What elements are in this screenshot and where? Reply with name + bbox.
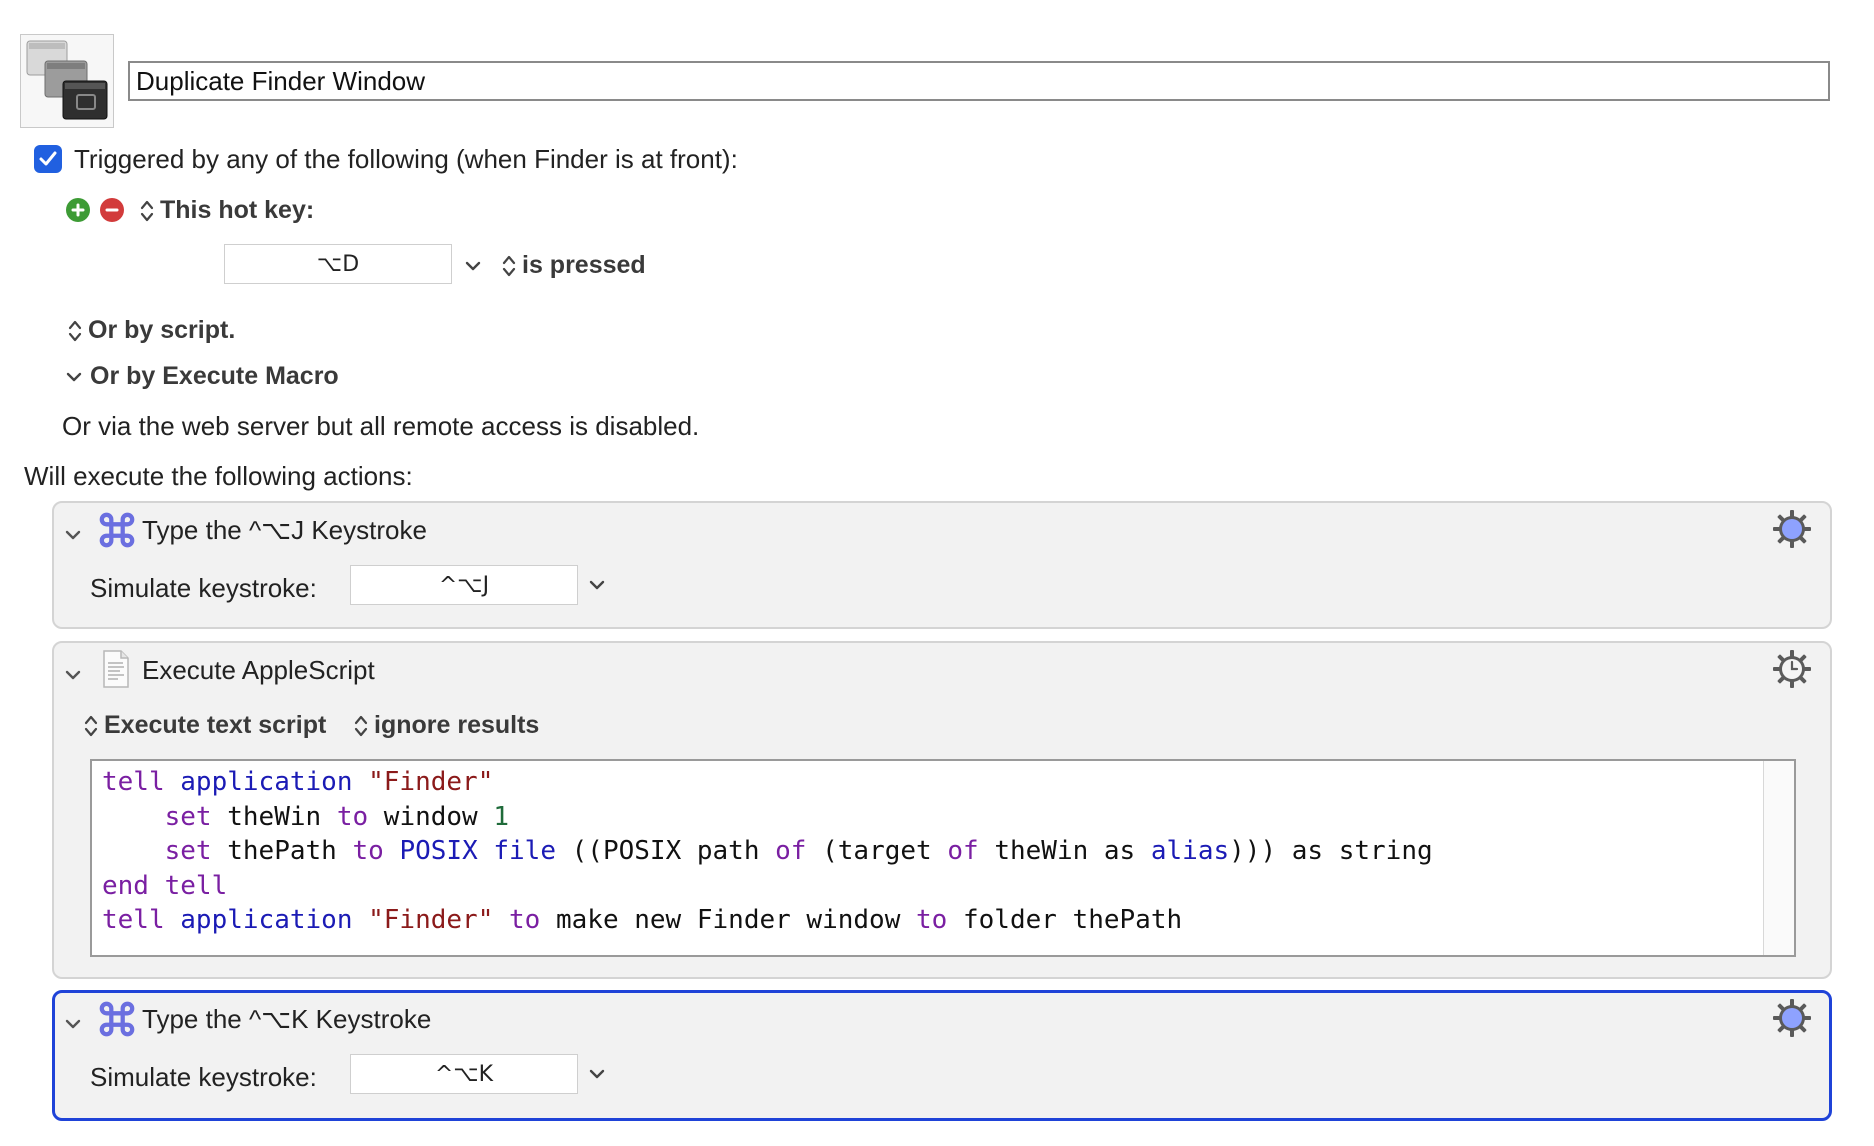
by-execute-macro-disclosure[interactable]: Or by Execute Macro — [66, 362, 339, 391]
collapse-chevron-icon[interactable] — [64, 669, 82, 681]
keystroke-value: ^⌥K — [434, 1061, 494, 1087]
applescript-editor[interactable]: tell application "Finder" set theWin to … — [90, 759, 1796, 957]
keystroke-field[interactable]: ^⌥K — [350, 1054, 578, 1094]
updown-arrows-icon — [354, 716, 368, 737]
action-title: Type the ^⌥K Keystroke — [142, 1004, 432, 1034]
chevron-down-icon[interactable] — [588, 579, 606, 591]
trigger-enabled-checkbox[interactable] — [34, 145, 62, 173]
by-execute-macro-label: Or by Execute Macro — [90, 362, 339, 390]
simulate-keystroke-label: Simulate keystroke: — [90, 573, 317, 603]
hotkey-condition-popup[interactable]: is pressed — [502, 251, 646, 280]
macro-icon[interactable] — [20, 34, 114, 128]
action-title: Type the ^⌥J Keystroke — [142, 515, 427, 545]
collapse-chevron-icon[interactable] — [64, 1018, 82, 1030]
simulate-keystroke-label: Simulate keystroke: — [90, 1062, 317, 1092]
gear-icon[interactable] — [1772, 998, 1812, 1038]
gear-icon[interactable] — [1772, 649, 1812, 689]
updown-arrows-icon — [502, 256, 516, 277]
by-script-label: Or by script. — [88, 316, 236, 344]
keystroke-field[interactable]: ^⌥J — [350, 565, 578, 605]
script-line: set thePath to POSIX file ((POSIX path o… — [164, 836, 1433, 866]
web-server-note: Or via the web server but all remote acc… — [62, 411, 700, 441]
script-mode: Execute text script — [104, 711, 327, 739]
command-icon — [99, 1001, 135, 1037]
action-title: Execute AppleScript — [142, 655, 375, 685]
script-scrollbar[interactable] — [1763, 761, 1794, 955]
script-line: tell application "Finder" to make new Fi… — [102, 905, 1183, 935]
by-script-popup[interactable]: Or by script. — [68, 316, 235, 345]
chevron-down-icon[interactable] — [588, 1068, 606, 1080]
updown-arrows-icon — [84, 716, 98, 737]
chevron-down-icon[interactable] — [464, 260, 482, 272]
script-line: tell application "Finder" — [102, 767, 494, 797]
updown-arrows-icon — [68, 321, 82, 342]
script-line: end tell — [102, 870, 228, 901]
action-panel-execute-applescript[interactable]: Execute AppleScript Execute text script … — [52, 641, 1832, 979]
hotkey-condition: is pressed — [522, 251, 646, 279]
checkmark-icon — [39, 151, 57, 166]
finder-windows-icon — [26, 40, 108, 120]
script-mode-popup[interactable]: Execute text script — [84, 711, 326, 740]
script-line: set theWin to window 1 — [164, 801, 510, 832]
minus-icon — [105, 208, 119, 212]
macro-name-input[interactable] — [128, 61, 1830, 101]
actions-header: Will execute the following actions: — [24, 461, 413, 491]
hotkey-label: This hot key: — [160, 196, 315, 224]
results-mode: ignore results — [374, 711, 540, 739]
trigger-type-popup[interactable]: This hot key: — [140, 196, 314, 225]
applescript-code[interactable]: tell application "Finder" set theWin to … — [92, 761, 1794, 942]
hotkey-field[interactable]: ⌥D — [224, 244, 452, 284]
updown-arrows-icon — [140, 201, 154, 222]
add-trigger-button[interactable] — [66, 198, 90, 222]
hotkey-value: ⌥D — [316, 251, 360, 277]
results-popup[interactable]: ignore results — [354, 711, 539, 740]
action-panel-type-keystroke-k[interactable]: Type the ^⌥K Keystroke Simulate keystrok… — [52, 990, 1832, 1121]
collapse-chevron-icon[interactable] — [64, 529, 82, 541]
action-panel-type-keystroke-j[interactable]: Type the ^⌥J Keystroke Simulate keystrok… — [52, 501, 1832, 629]
keystroke-value: ^⌥J — [438, 572, 490, 598]
remove-trigger-button[interactable] — [100, 198, 124, 222]
trigger-header: Triggered by any of the following (when … — [74, 144, 738, 174]
chevron-down-icon — [66, 373, 82, 382]
command-icon — [99, 512, 135, 548]
gear-icon[interactable] — [1772, 509, 1812, 549]
script-document-icon — [103, 650, 129, 688]
plus-icon — [71, 203, 85, 217]
